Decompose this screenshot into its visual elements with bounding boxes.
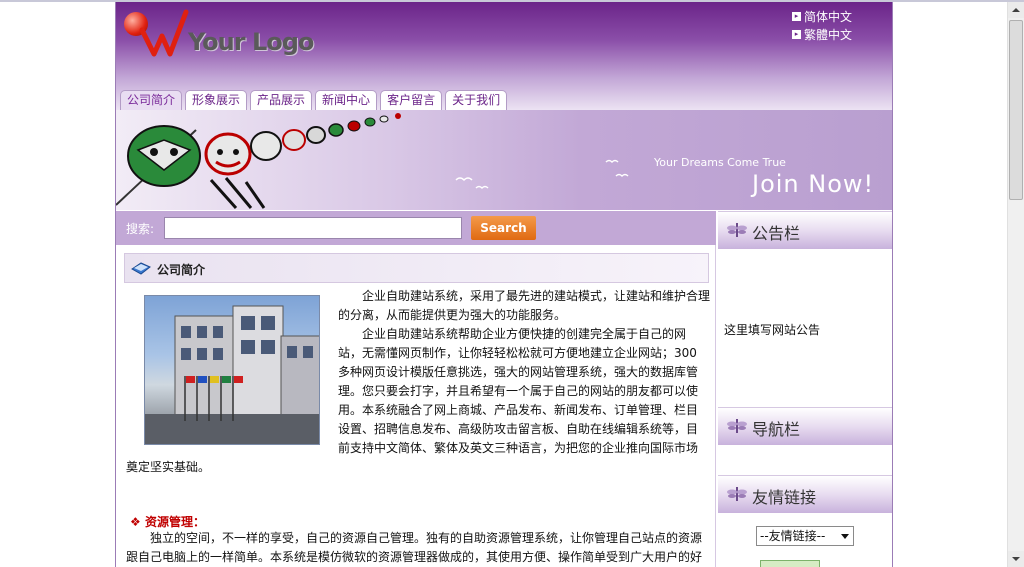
scrollbar-thumb[interactable] bbox=[1009, 20, 1023, 200]
dragonfly-icon bbox=[727, 487, 747, 501]
friend-links-header: 友情链接 bbox=[718, 475, 892, 513]
diamond-bullet-icon: ❖ bbox=[130, 515, 141, 529]
navigation-header: 导航栏 bbox=[718, 407, 892, 445]
intro-line: 多种网页设计模版任意挑选，强大的网站管理系统，强大的数据库管 bbox=[338, 365, 699, 379]
lang-traditional-label: 繁體中文 bbox=[804, 28, 853, 42]
main-content: 公司简介 企业自助建站系统，采用了最先进的建站模式，让建站和维护合理的分离，从而… bbox=[116, 245, 716, 567]
section-header: 公司简介 bbox=[124, 253, 709, 283]
site-header: Your Logo ▸ 简体中文 ▸ 繁體中文 公司简介 形象展示 产品展示 新… bbox=[116, 2, 892, 110]
dragonfly-icon bbox=[727, 223, 747, 237]
search-label: 搜索: bbox=[126, 222, 155, 236]
dragonfly-icon bbox=[727, 419, 747, 433]
tab-products[interactable]: 产品展示 bbox=[250, 90, 313, 110]
lang-traditional-link[interactable]: ▸ 繁體中文 bbox=[792, 26, 852, 43]
friend-links-select-value: --友情链接-- bbox=[760, 529, 826, 543]
banner-tagline: Your Dreams Come True bbox=[654, 156, 786, 169]
feature-paragraph: 独立的空间，不一样的享受，自己的资源自己管理。独有的自助资源管理系统，让你管理自… bbox=[126, 529, 714, 567]
tab-news[interactable]: 新闻中心 bbox=[315, 90, 378, 110]
scroll-down-arrow-icon[interactable] bbox=[1008, 551, 1024, 567]
kite-illustration bbox=[116, 113, 401, 209]
chevron-down-icon bbox=[841, 534, 849, 539]
logo-w-icon bbox=[139, 9, 189, 57]
friend-links-title: 友情链接 bbox=[752, 488, 817, 507]
section-title: 公司简介 bbox=[157, 263, 206, 277]
lang-simplified-link[interactable]: ▸ 简体中文 bbox=[792, 8, 852, 25]
feature-line: 跟自己电脑上的一样简单。本系统是模仿微软的资源管理器做成的，其使用方便、操作简单… bbox=[126, 550, 703, 564]
search-bar: 搜索: Search bbox=[116, 211, 716, 245]
join-now-button[interactable]: Join Now! bbox=[752, 170, 874, 198]
navigation-title: 导航栏 bbox=[752, 420, 801, 439]
notice-board-title: 公告栏 bbox=[752, 224, 801, 243]
building-illustration bbox=[145, 305, 319, 444]
tab-company-intro[interactable]: 公司简介 bbox=[120, 90, 183, 110]
page-container: Your Logo ▸ 简体中文 ▸ 繁體中文 公司简介 形象展示 产品展示 新… bbox=[115, 2, 893, 567]
birds-illustration bbox=[455, 159, 629, 190]
tab-image-gallery[interactable]: 形象展示 bbox=[185, 90, 248, 110]
intro-line: 设置、招聘信息发布、高级防攻击留言板、自助在线编辑系统等，目 bbox=[338, 422, 699, 436]
main-nav-tabs: 公司简介 形象展示 产品展示 新闻中心 客户留言 关于我们 bbox=[120, 90, 508, 110]
feature-title-text: 资源管理： bbox=[144, 515, 205, 529]
tab-guestbook[interactable]: 客户留言 bbox=[380, 90, 443, 110]
intro-line: 前支持中文简体、繁体及英文三种语言，为把您的企业推向国际市场 bbox=[338, 441, 699, 455]
square-arrow-icon: ▸ bbox=[792, 12, 801, 21]
search-button[interactable]: Search bbox=[471, 216, 536, 240]
notice-text: 这里填写网站公告 bbox=[724, 323, 821, 337]
search-input[interactable] bbox=[164, 217, 462, 239]
tab-about-us[interactable]: 关于我们 bbox=[445, 90, 508, 110]
scroll-up-arrow-icon[interactable] bbox=[1008, 2, 1024, 18]
intro-line: 站，无需懂网页制作，让你轻轻松松就可方便地建立企业网站；300 bbox=[338, 346, 697, 360]
intro-line: 用。本系统融合了网上商城、产品发布、新闻发布、订单管理、栏目 bbox=[338, 403, 699, 417]
lang-simplified-label: 简体中文 bbox=[804, 10, 853, 24]
notice-board-header: 公告栏 bbox=[718, 211, 892, 249]
logo-text[interactable]: Your Logo bbox=[188, 28, 314, 56]
intro-paragraph-tail: 奠定坚实基础。 bbox=[126, 460, 211, 474]
intro-paragraph-1: 企业自助建站系统，采用了最先进的建站模式，让建站和维护合理的分离，从而能提供更为… bbox=[338, 289, 711, 322]
feature-line: 独立的空间，不一样的享受，自己的资源自己管理。独有的自助资源管理系统，让你管理自… bbox=[150, 531, 703, 545]
company-building-image bbox=[144, 295, 320, 445]
intro-paragraph-2: 企业自助建站系统帮助企业方便快捷的创建完全属于自己的网 站，无需懂网页制作，让你… bbox=[338, 325, 710, 458]
friend-links-select[interactable]: --友情链接-- bbox=[756, 526, 854, 546]
partial-link-banner[interactable] bbox=[760, 560, 820, 567]
intro-line: 企业自助建站系统帮助企业方便快捷的创建完全属于自己的网 bbox=[362, 327, 687, 341]
square-arrow-icon: ▸ bbox=[792, 30, 801, 39]
vertical-scrollbar[interactable] bbox=[1007, 2, 1024, 567]
feature-title: ❖ 资源管理： bbox=[130, 513, 205, 530]
hero-banner: Your Dreams Come True Join Now! bbox=[116, 110, 892, 210]
book-icon bbox=[131, 262, 151, 275]
intro-line: 理。您只要会打字，并且希望有一个属于自己的网站的朋友都可以使 bbox=[338, 384, 699, 398]
